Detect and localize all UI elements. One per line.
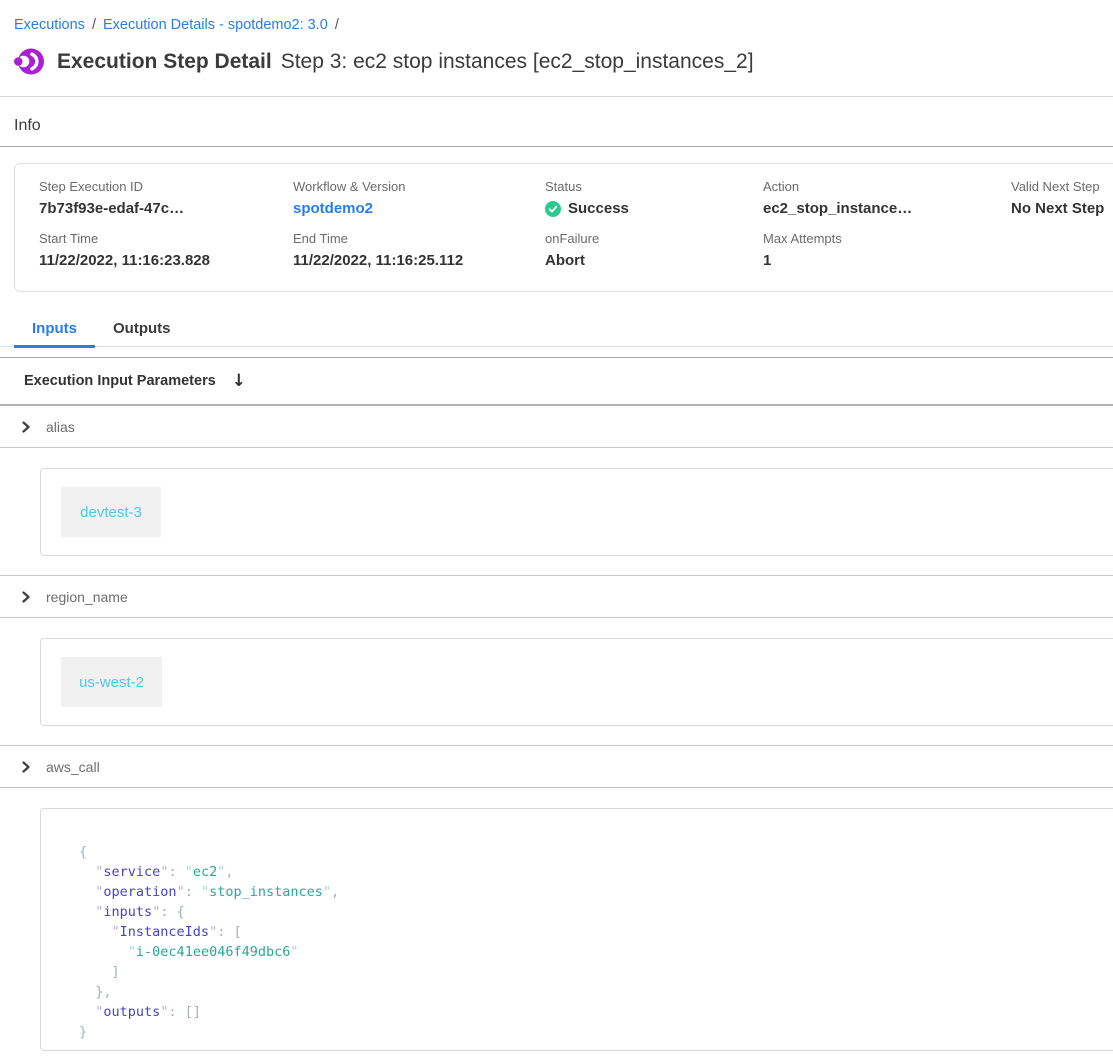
- field-action: Action ec2_stop_instance…: [763, 179, 1011, 217]
- execution-step-icon: [14, 48, 44, 75]
- field-label: Workflow & Version: [293, 179, 545, 194]
- code-line: }: [79, 1022, 1113, 1042]
- breadcrumb-link-executions[interactable]: Executions: [14, 17, 85, 33]
- execution-input-parameters-header: Execution Input Parameters ↓: [0, 358, 1113, 406]
- field-label: Valid Next Step: [1011, 179, 1113, 194]
- code-line: "i-0ec41ee046f49dbc6": [79, 942, 1113, 962]
- page-subtitle: Step 3: ec2 stop instances [ec2_stop_ins…: [281, 50, 754, 73]
- parameters-title: Execution Input Parameters: [24, 373, 216, 389]
- breadcrumb-separator: /: [92, 17, 96, 33]
- code-block: { "service": "ec2", "operation": "stop_i…: [40, 808, 1113, 1051]
- code-line: ]: [79, 962, 1113, 982]
- code-line: "inputs": {: [79, 902, 1113, 922]
- code-line: {: [79, 842, 1113, 862]
- section-row-alias[interactable]: alias: [0, 406, 1113, 448]
- code-line: "outputs": []: [79, 1002, 1113, 1022]
- value-box: devtest-3: [40, 468, 1113, 556]
- field-step-execution-id: Step Execution ID 7b73f93e-edaf-47c…: [39, 179, 293, 217]
- tab-inputs[interactable]: Inputs: [14, 313, 95, 348]
- breadcrumb-separator: /: [335, 17, 339, 33]
- field-workflow-version: Workflow & Version spotdemo2: [293, 179, 545, 217]
- code-line: "InstanceIds": [: [79, 922, 1113, 942]
- field-value: 11/22/2022, 11:16:23.828: [39, 252, 293, 269]
- code-line: "operation": "stop_instances",: [79, 882, 1113, 902]
- section-alias: alias devtest-3: [0, 406, 1113, 576]
- field-label: Start Time: [39, 231, 293, 246]
- field-label: onFailure: [545, 231, 763, 246]
- header-divider: [0, 96, 1113, 97]
- field-value: Abort: [545, 252, 763, 269]
- section-row-region-name[interactable]: region_name: [0, 576, 1113, 618]
- code-line: },: [79, 982, 1113, 1002]
- field-value: No Next Step: [1011, 200, 1113, 217]
- section-region-name: region_name us-west-2: [0, 576, 1113, 746]
- page-header: Execution Step Detail Step 3: ec2 stop in…: [14, 48, 1113, 75]
- field-max-attempts: Max Attempts 1: [763, 231, 1011, 269]
- field-start-time: Start Time 11/22/2022, 11:16:23.828: [39, 231, 293, 269]
- page-title: Execution Step Detail: [57, 50, 272, 73]
- section-body-region-name: us-west-2: [0, 618, 1113, 746]
- field-valid-next-step: Valid Next Step No Next Step: [1011, 179, 1113, 217]
- status-badge: Success: [568, 200, 629, 217]
- arrow-down-icon[interactable]: ↓: [232, 371, 246, 391]
- section-label: aws_call: [46, 759, 100, 775]
- field-status: Status Success: [545, 179, 763, 217]
- empty-cell: [1011, 231, 1113, 269]
- workflow-link[interactable]: spotdemo2: [293, 200, 545, 217]
- value-chip-alias: devtest-3: [61, 487, 161, 537]
- chevron-right-icon: [20, 421, 32, 433]
- chevron-right-icon: [20, 761, 32, 773]
- field-value: 1: [763, 252, 1011, 269]
- section-row-aws-call[interactable]: aws_call: [0, 746, 1113, 788]
- chevron-right-icon: [20, 591, 32, 603]
- info-card: Step Execution ID 7b73f93e-edaf-47c… Wor…: [14, 163, 1113, 292]
- field-onfailure: onFailure Abort: [545, 231, 763, 269]
- section-aws-call: aws_call { "service": "ec2", "operation"…: [0, 746, 1113, 1051]
- section-body-aws-call: { "service": "ec2", "operation": "stop_i…: [0, 788, 1113, 1051]
- info-heading: Info: [14, 117, 1113, 135]
- breadcrumb: Executions / Execution Details - spotdem…: [14, 17, 1113, 33]
- field-label: Status: [545, 179, 763, 194]
- tab-bar: Inputs Outputs: [0, 313, 1113, 347]
- field-label: Max Attempts: [763, 231, 1011, 246]
- section-body-alias: devtest-3: [0, 448, 1113, 576]
- section-label: alias: [46, 419, 75, 435]
- section-label: region_name: [46, 589, 128, 605]
- field-label: Action: [763, 179, 1011, 194]
- field-value: 7b73f93e-edaf-47c…: [39, 200, 293, 217]
- field-value: ec2_stop_instance…: [763, 200, 1011, 217]
- field-value: 11/22/2022, 11:16:25.112: [293, 252, 545, 269]
- tab-outputs[interactable]: Outputs: [95, 313, 189, 346]
- success-check-icon: [545, 201, 561, 217]
- info-divider: [0, 146, 1113, 147]
- field-label: Step Execution ID: [39, 179, 293, 194]
- breadcrumb-link-execution-details[interactable]: Execution Details - spotdemo2: 3.0: [103, 17, 328, 33]
- field-end-time: End Time 11/22/2022, 11:16:25.112: [293, 231, 545, 269]
- value-chip-region-name: us-west-2: [61, 657, 162, 707]
- value-box: us-west-2: [40, 638, 1113, 726]
- code-line: "service": "ec2",: [79, 862, 1113, 882]
- field-label: End Time: [293, 231, 545, 246]
